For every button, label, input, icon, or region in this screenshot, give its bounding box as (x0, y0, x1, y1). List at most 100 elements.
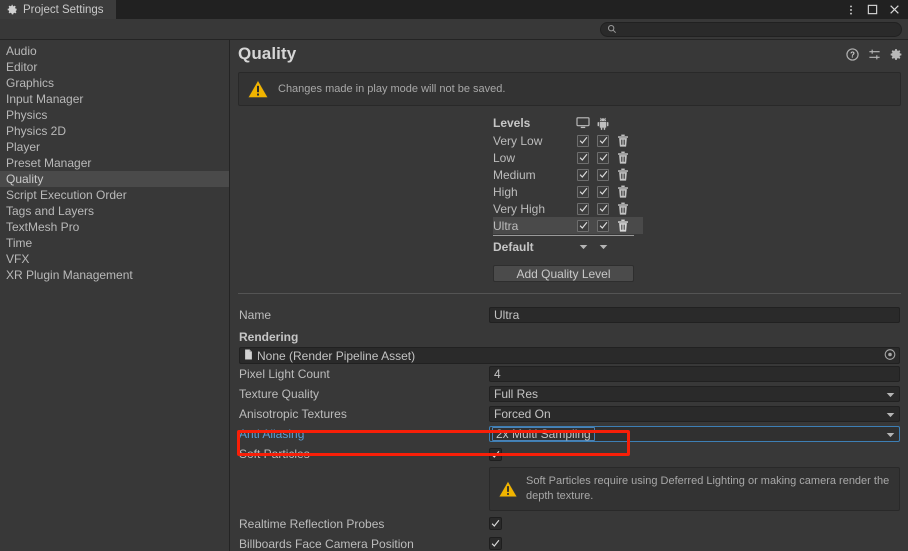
name-label: Name (239, 308, 272, 322)
trash-icon[interactable] (613, 168, 633, 181)
table-row[interactable]: Ultra (493, 217, 643, 234)
default-android-dropdown[interactable] (593, 244, 613, 250)
texture-quality-row: Texture Quality Full Res (231, 384, 908, 404)
sidebar-item-player[interactable]: Player (0, 139, 229, 155)
close-icon[interactable] (888, 3, 901, 16)
render-pipeline-value: None (Render Pipeline Asset) (257, 348, 416, 363)
window-controls (844, 0, 908, 19)
window-titlebar: Project Settings (0, 0, 908, 19)
billboards-face-camera-field-wrap (489, 537, 908, 551)
table-row[interactable]: High (493, 183, 643, 200)
sidebar-item-physics[interactable]: Physics (0, 107, 229, 123)
preset-icon[interactable] (868, 48, 881, 61)
anti-aliasing-row: Anti Aliasing 2x Multi Sampling (231, 424, 908, 444)
level-desktop-checkbox[interactable] (573, 219, 593, 232)
android-platform-icon[interactable] (593, 117, 613, 130)
soft-particles-label: Soft Particles (239, 447, 310, 461)
level-android-checkbox[interactable] (593, 134, 613, 147)
texture-quality-value: Full Res (494, 387, 539, 401)
sidebar-item-time[interactable]: Time (0, 235, 229, 251)
gear-icon (7, 4, 18, 15)
name-row: Name Ultra (231, 305, 908, 325)
level-android-checkbox[interactable] (593, 202, 613, 215)
level-name: Very Low (493, 133, 543, 148)
texture-quality-dropdown[interactable]: Full Res (489, 386, 900, 402)
trash-icon[interactable] (613, 151, 633, 164)
level-name: Low (493, 150, 516, 165)
realtime-reflection-probes-field-wrap (489, 517, 908, 531)
levels-header-label: Levels (493, 116, 531, 130)
level-name: Very High (493, 201, 546, 216)
tab-project-settings[interactable]: Project Settings (0, 0, 117, 19)
sidebar-item-quality[interactable]: Quality (0, 171, 229, 187)
name-input[interactable]: Ultra (489, 307, 900, 323)
search-box[interactable] (600, 22, 902, 37)
table-row[interactable]: Low (493, 149, 643, 166)
table-row[interactable]: Very Low (493, 132, 643, 149)
default-desktop-dropdown[interactable] (573, 244, 593, 250)
sidebar-item-preset-manager[interactable]: Preset Manager (0, 155, 229, 171)
maximize-icon[interactable] (866, 3, 879, 16)
vertical-scrollbar[interactable] (903, 40, 908, 551)
pixel-light-count-row: Pixel Light Count 4 (231, 364, 908, 384)
sidebar-item-script-execution-order[interactable]: Script Execution Order (0, 187, 229, 203)
trash-icon[interactable] (613, 202, 633, 215)
anisotropic-textures-row: Anisotropic Textures Forced On (231, 404, 908, 424)
project-settings-window: Project Settings Audio Editor Graphics I… (0, 0, 908, 551)
sidebar-item-textmesh-pro[interactable]: TextMesh Pro (0, 219, 229, 235)
desktop-platform-icon[interactable] (573, 117, 593, 129)
quality-properties: Name Ultra Rendering None (Render Pipeli… (231, 305, 908, 551)
realtime-reflection-probes-checkbox[interactable] (489, 517, 502, 531)
asset-document-icon (244, 349, 253, 363)
circle-select-icon[interactable] (884, 348, 896, 363)
level-android-checkbox[interactable] (593, 151, 613, 164)
page-header: Quality ? (231, 40, 908, 70)
add-quality-level-button[interactable]: Add Quality Level (493, 265, 634, 282)
sidebar-item-audio[interactable]: Audio (0, 43, 229, 59)
sidebar-item-graphics[interactable]: Graphics (0, 75, 229, 91)
sidebar-item-xr-plugin-management[interactable]: XR Plugin Management (0, 267, 229, 283)
render-pipeline-asset-field[interactable]: None (Render Pipeline Asset) (239, 347, 900, 364)
anisotropic-textures-field-wrap: Forced On (489, 406, 908, 422)
sidebar-item-input-manager[interactable]: Input Manager (0, 91, 229, 107)
level-desktop-checkbox[interactable] (573, 151, 593, 164)
kebab-menu-icon[interactable] (844, 3, 857, 16)
chevron-down-icon (886, 387, 895, 401)
trash-icon[interactable] (613, 185, 633, 198)
search-row (0, 19, 908, 40)
level-android-checkbox[interactable] (593, 185, 613, 198)
billboards-face-camera-checkbox[interactable] (489, 537, 502, 551)
level-name: High (493, 184, 518, 199)
pixel-light-count-input[interactable]: 4 (489, 366, 900, 382)
help-icon[interactable]: ? (846, 48, 859, 61)
realtime-reflection-probes-label: Realtime Reflection Probes (239, 516, 385, 531)
table-row[interactable]: Medium (493, 166, 643, 183)
soft-particles-warning-box: Soft Particles require using Deferred Li… (489, 467, 900, 511)
section-separator (238, 293, 901, 294)
sidebar-item-vfx[interactable]: VFX (0, 251, 229, 267)
level-desktop-checkbox[interactable] (573, 168, 593, 181)
anisotropic-textures-dropdown[interactable]: Forced On (489, 406, 900, 422)
titlebar-spacer (117, 0, 844, 19)
pixel-light-count-field-wrap: 4 (489, 366, 908, 382)
level-name: Ultra (493, 218, 519, 233)
levels-header-row: Levels (493, 114, 643, 132)
trash-icon[interactable] (613, 134, 633, 147)
table-row[interactable]: Very High (493, 200, 643, 217)
anisotropic-textures-value: Forced On (494, 407, 551, 421)
sidebar-item-physics-2d[interactable]: Physics 2D (0, 123, 229, 139)
search-input[interactable] (621, 23, 895, 36)
sidebar-item-editor[interactable]: Editor (0, 59, 229, 75)
sidebar-item-tags-and-layers[interactable]: Tags and Layers (0, 203, 229, 219)
levels-divider (493, 235, 634, 236)
levels-default-label: Default (493, 239, 534, 254)
level-desktop-checkbox[interactable] (573, 185, 593, 198)
soft-particles-checkbox[interactable] (489, 447, 502, 461)
level-android-checkbox[interactable] (593, 219, 613, 232)
trash-icon[interactable] (613, 219, 633, 232)
level-desktop-checkbox[interactable] (573, 134, 593, 147)
level-android-checkbox[interactable] (593, 168, 613, 181)
settings-gear-icon[interactable] (890, 48, 903, 61)
anti-aliasing-dropdown[interactable]: 2x Multi Sampling (489, 426, 900, 442)
level-desktop-checkbox[interactable] (573, 202, 593, 215)
